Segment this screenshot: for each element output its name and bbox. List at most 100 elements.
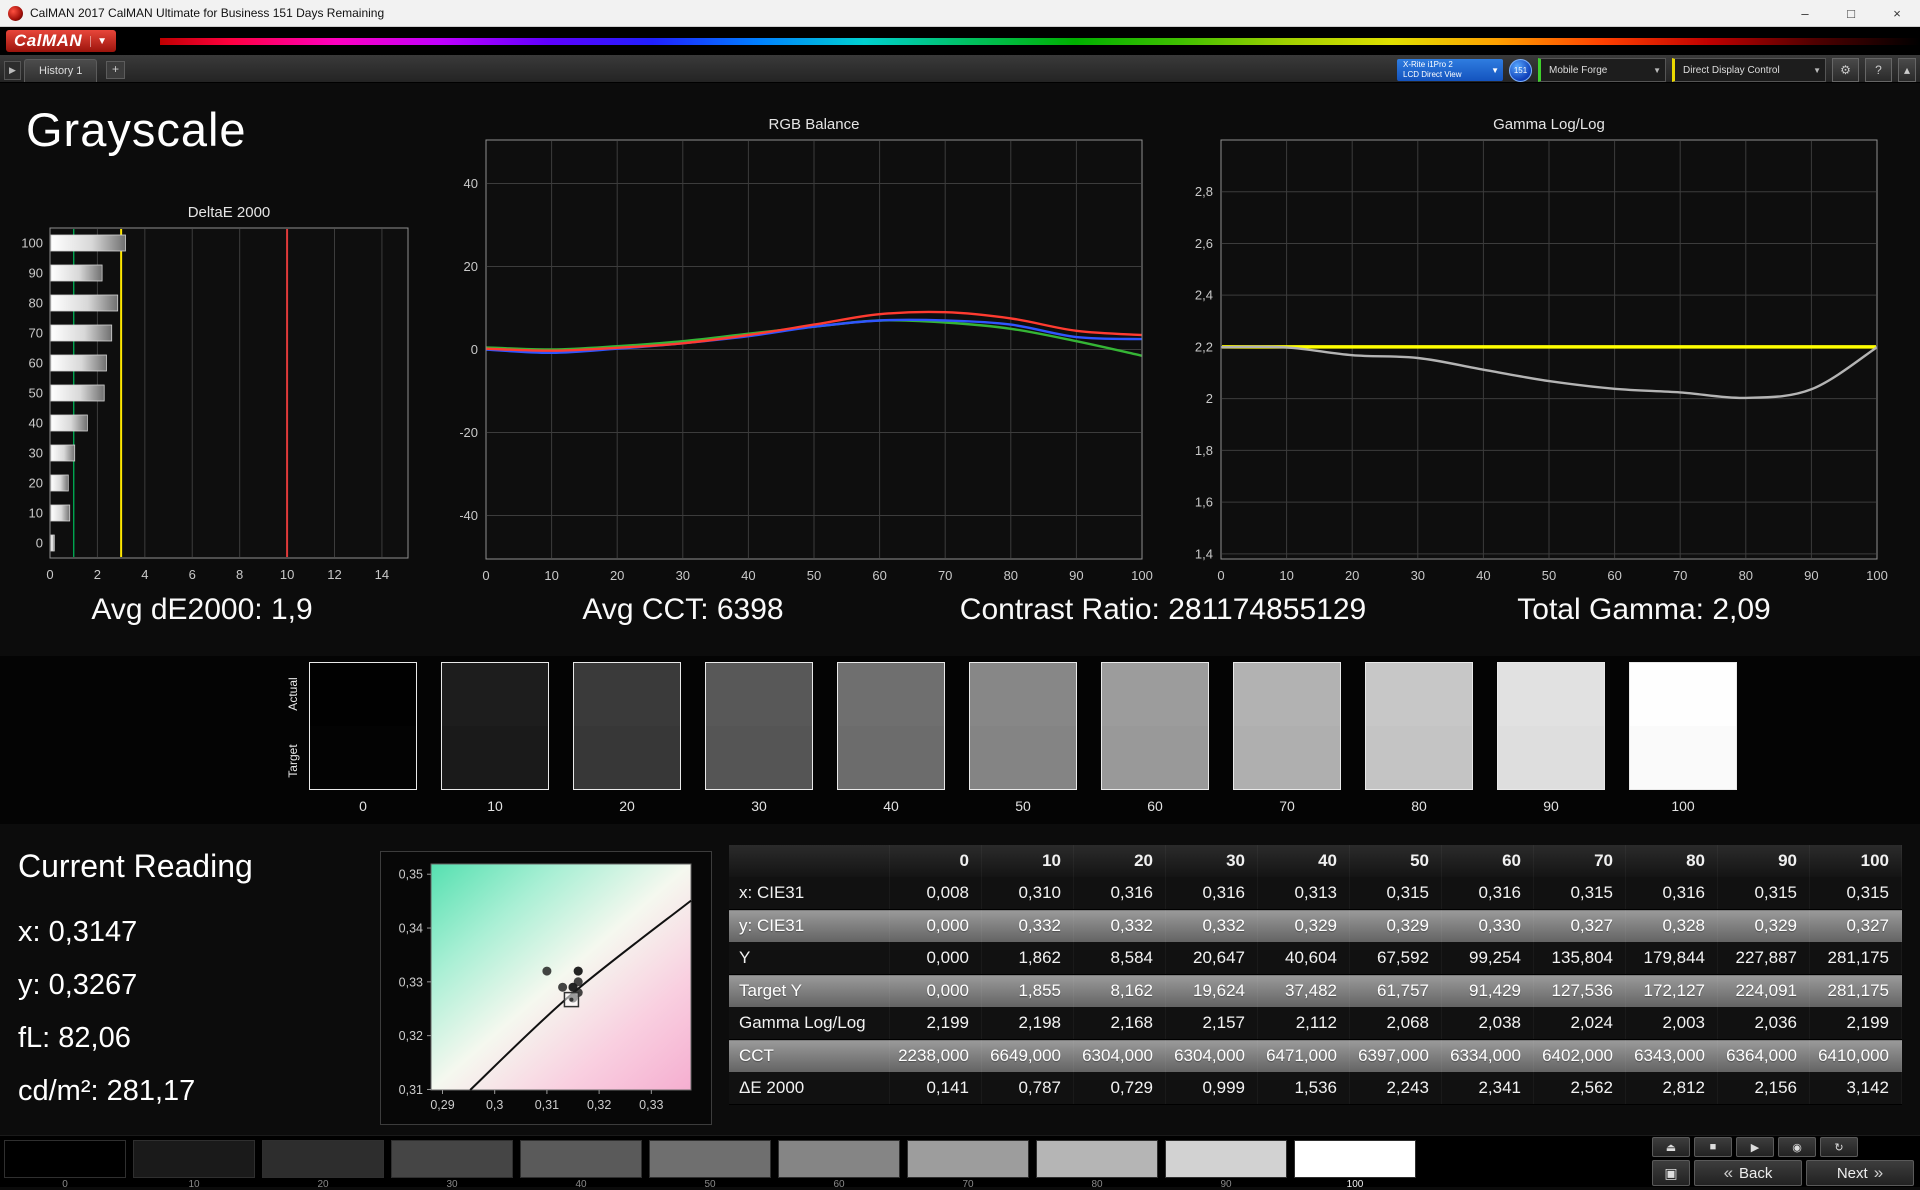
stop-icon[interactable]: ■ xyxy=(1694,1137,1732,1157)
pattern-level-patch[interactable] xyxy=(1294,1140,1416,1178)
calman-logo-menu[interactable]: CalMAN ▼ xyxy=(6,30,116,52)
svg-text:50: 50 xyxy=(1542,568,1556,583)
pattern-level-patch[interactable] xyxy=(133,1140,255,1178)
table-cell: 8,162 xyxy=(1073,974,1166,1007)
refresh-icon[interactable]: ↻ xyxy=(1820,1137,1858,1157)
swatch-label: 80 xyxy=(1411,798,1427,814)
table-cell: 2,038 xyxy=(1441,1007,1534,1040)
table-cell: 227,887 xyxy=(1717,942,1810,975)
pattern-level-patch[interactable] xyxy=(4,1140,126,1178)
table-row: x: CIE31 0,008 0,310 0,316 0,316 0,313 0,315 0,… xyxy=(729,877,1902,910)
pattern-level-patch[interactable] xyxy=(520,1140,642,1178)
back-button[interactable]: « Back xyxy=(1694,1160,1802,1186)
table-cell: 0,141 xyxy=(889,1072,982,1105)
svg-text:100: 100 xyxy=(1866,568,1888,583)
eject-icon[interactable]: ⏏ xyxy=(1652,1137,1690,1157)
collapse-icon[interactable]: ▴ xyxy=(1898,58,1916,82)
svg-text:1,4: 1,4 xyxy=(1195,546,1213,561)
chevron-left-icon: « xyxy=(1723,1163,1734,1182)
table-cell: 2,112 xyxy=(1257,1007,1350,1040)
table-row-label: Target Y xyxy=(729,974,890,1007)
svg-text:80: 80 xyxy=(1004,568,1018,583)
pattern-level-patch[interactable] xyxy=(1165,1140,1287,1178)
table-row-label: y: CIE31 xyxy=(729,909,890,942)
table-row: y: CIE31 0,000 0,332 0,332 0,332 0,329 0,329 0,… xyxy=(729,909,1902,942)
pattern-level-label: 30 xyxy=(446,1179,458,1190)
table-cell: 2,812 xyxy=(1625,1072,1718,1105)
svg-text:2,4: 2,4 xyxy=(1195,288,1213,303)
pattern-level-patch[interactable] xyxy=(391,1140,513,1178)
table-cell: 172,127 xyxy=(1625,974,1718,1007)
add-tab-button[interactable]: + xyxy=(106,61,125,79)
pattern-level-patch[interactable] xyxy=(907,1140,1029,1178)
rgb-balance-chart: RGB Balance 0 10 20 30 40 50 60 70 80 90 100 40 20 0 -2… xyxy=(460,116,1153,583)
table-cell: 1,855 xyxy=(981,974,1074,1007)
table-column-header: 10 xyxy=(981,845,1074,877)
stat-avg-de2000: Avg dE2000: 1,9 xyxy=(91,593,313,626)
pattern-level-patch[interactable] xyxy=(1036,1140,1158,1178)
table-column-header: 90 xyxy=(1717,845,1810,877)
svg-text:0,32: 0,32 xyxy=(399,1029,423,1043)
swatch-actual xyxy=(310,663,416,726)
close-button[interactable]: × xyxy=(1874,0,1920,26)
stat-avg-cct: Avg CCT: 6398 xyxy=(582,593,784,626)
svg-text:0: 0 xyxy=(482,568,489,583)
swatch-target xyxy=(310,726,416,789)
table-cell: 19,624 xyxy=(1165,974,1258,1007)
stat-contrast-ratio: Contrast Ratio: 281174855129 xyxy=(959,593,1367,626)
maximize-button[interactable]: □ xyxy=(1828,0,1874,26)
svg-text:1,6: 1,6 xyxy=(1195,495,1213,510)
svg-text:30: 30 xyxy=(676,568,690,583)
table-cell: 6304,000 xyxy=(1165,1039,1258,1072)
snapshot-icon[interactable]: ◉ xyxy=(1778,1137,1816,1157)
meter-line2: LCD Direct View xyxy=(1403,70,1462,79)
reading-y: y: 0,3267 xyxy=(18,969,138,1001)
table-cell: 0,787 xyxy=(981,1072,1074,1105)
table-cell: 0,329 xyxy=(1257,909,1350,942)
table-cell: 127,536 xyxy=(1533,974,1626,1007)
table-column-header: 40 xyxy=(1257,845,1350,877)
swatch-target xyxy=(1630,726,1736,789)
table-cell: 99,254 xyxy=(1441,942,1534,975)
table-cell: 8,584 xyxy=(1073,942,1166,975)
swatch-target xyxy=(838,726,944,789)
svg-text:100: 100 xyxy=(21,236,43,251)
table-column-header: 30 xyxy=(1165,845,1258,877)
table-cell: 0,315 xyxy=(1533,877,1626,910)
tab-scroll-button[interactable]: ▶ xyxy=(4,61,21,80)
swatch-actual xyxy=(574,663,680,726)
svg-text:4: 4 xyxy=(141,567,148,582)
chevron-down-icon: ▼ xyxy=(1653,66,1661,75)
page-title: Grayscale xyxy=(26,103,247,156)
minimize-button[interactable]: – xyxy=(1782,0,1828,26)
gear-icon[interactable]: ⚙ xyxy=(1832,58,1859,82)
play-icon[interactable]: ▶ xyxy=(1736,1137,1774,1157)
pattern-level-patch[interactable] xyxy=(262,1140,384,1178)
pattern-level-patch[interactable] xyxy=(778,1140,900,1178)
svg-text:40: 40 xyxy=(29,416,43,431)
table-column-header: 0 xyxy=(889,845,982,877)
meter-dropdown[interactable]: X-Rite i1Pro 2 LCD Direct View ▼ xyxy=(1397,59,1503,81)
pattern-level-patch[interactable] xyxy=(649,1140,771,1178)
pattern-window-button[interactable]: ▣ xyxy=(1652,1160,1690,1186)
tab-history-1[interactable]: History 1 xyxy=(24,59,98,82)
svg-text:0,35: 0,35 xyxy=(399,868,423,882)
grayscale-swatch xyxy=(309,662,417,790)
table-row-label: Gamma Log/Log xyxy=(729,1007,890,1040)
svg-text:2,6: 2,6 xyxy=(1195,236,1213,251)
next-button[interactable]: Next » xyxy=(1806,1160,1914,1186)
help-icon[interactable]: ? xyxy=(1865,58,1892,82)
swatch-label: 20 xyxy=(619,798,635,814)
swatch-label: 10 xyxy=(487,798,503,814)
table-cell: 0,316 xyxy=(1165,877,1258,910)
chevron-down-icon: ▼ xyxy=(90,35,107,47)
svg-text:90: 90 xyxy=(1069,568,1083,583)
table-cell: 2,036 xyxy=(1717,1007,1810,1040)
table-cell: 224,091 xyxy=(1717,974,1810,1007)
swatch-actual xyxy=(838,663,944,726)
display-control-dropdown[interactable]: Direct Display Control ▼ xyxy=(1672,58,1826,82)
svg-text:2,2: 2,2 xyxy=(1195,339,1213,354)
source-dropdown[interactable]: Mobile Forge ▼ xyxy=(1538,58,1666,82)
pattern-level-label: 90 xyxy=(1220,1179,1232,1190)
pattern-level-label: 80 xyxy=(1091,1179,1103,1190)
